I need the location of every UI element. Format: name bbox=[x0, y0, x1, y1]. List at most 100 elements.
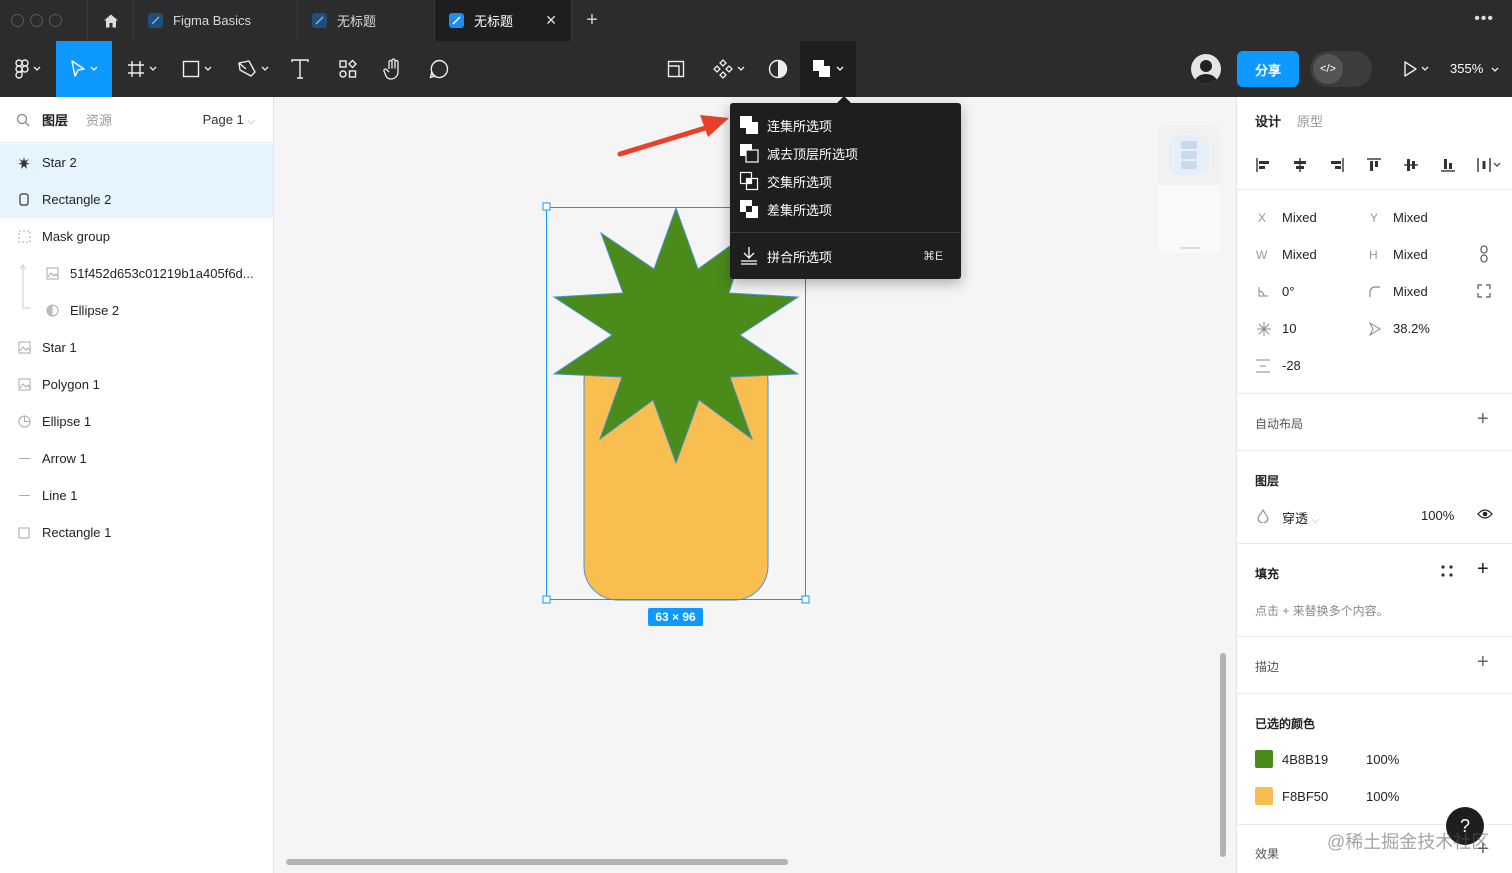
star-points-field[interactable]: 10 bbox=[1282, 321, 1296, 336]
spacing-field[interactable]: -28 bbox=[1282, 358, 1301, 373]
constrain-proportions-icon[interactable] bbox=[1479, 245, 1489, 266]
layer-name: Star 1 bbox=[42, 340, 77, 355]
ellipse-icon bbox=[16, 415, 32, 428]
align-vertical-center-icon[interactable] bbox=[1401, 155, 1421, 175]
text-tool-button[interactable] bbox=[284, 41, 316, 97]
layer-row[interactable]: Star 2 bbox=[0, 144, 273, 181]
eye-icon[interactable] bbox=[1477, 508, 1493, 523]
resize-handle[interactable] bbox=[542, 202, 551, 211]
close-tab-icon[interactable]: ✕ bbox=[545, 12, 557, 29]
minimap[interactable] bbox=[1158, 125, 1220, 253]
align-right-icon[interactable] bbox=[1327, 155, 1347, 175]
menu-item-intersect[interactable]: 交集所选项 bbox=[730, 167, 961, 195]
file-tab-active[interactable]: 无标题 ✕ bbox=[435, 0, 572, 41]
align-top-icon[interactable] bbox=[1364, 155, 1384, 175]
move-tool-button[interactable] bbox=[56, 41, 112, 97]
page-selector[interactable]: Page 1 ⌵ bbox=[203, 112, 255, 127]
layer-row[interactable]: 51f452d653c01219b1a405f6d... bbox=[0, 255, 273, 292]
intersect-icon bbox=[739, 171, 759, 191]
star-ratio-field[interactable]: 38.2% bbox=[1393, 321, 1430, 336]
maximize-window-button[interactable] bbox=[49, 14, 62, 27]
layer-row[interactable]: Star 1 bbox=[0, 329, 273, 366]
add-stroke-icon[interactable]: + bbox=[1477, 651, 1489, 674]
tab-assets[interactable]: 资源 bbox=[86, 110, 112, 129]
layer-opacity-field[interactable]: 100% bbox=[1421, 508, 1454, 523]
spacing-icon bbox=[1256, 359, 1270, 376]
boolean-operations-button[interactable] bbox=[800, 41, 856, 97]
tab-layers[interactable]: 图层 bbox=[42, 110, 68, 129]
dev-mode-toggle[interactable]: </> bbox=[1310, 51, 1372, 87]
height-field[interactable]: Mixed bbox=[1393, 247, 1428, 262]
menu-item-subtract[interactable]: 减去顶层所选项 bbox=[730, 139, 961, 167]
crop-tool-button[interactable] bbox=[660, 41, 692, 97]
add-auto-layout-icon[interactable]: + bbox=[1477, 408, 1489, 431]
align-left-icon[interactable] bbox=[1253, 155, 1273, 175]
x-field[interactable]: Mixed bbox=[1282, 210, 1317, 225]
play-icon bbox=[1404, 61, 1417, 77]
tab-design[interactable]: 设计 bbox=[1255, 111, 1281, 130]
home-tab[interactable] bbox=[88, 0, 134, 41]
layer-row[interactable]: Rectangle 1 bbox=[0, 514, 273, 551]
horizontal-scrollbar[interactable] bbox=[286, 859, 788, 865]
watermark: @稀土掘金技术社区 bbox=[1327, 832, 1490, 852]
vertical-scrollbar[interactable] bbox=[1220, 653, 1226, 857]
layer-row[interactable]: Polygon 1 bbox=[0, 366, 273, 403]
minimize-window-button[interactable] bbox=[30, 14, 43, 27]
file-tab-figma-basics[interactable]: Figma Basics bbox=[134, 0, 298, 41]
dimension-badge: 63 × 96 bbox=[648, 608, 703, 626]
file-tab-untitled[interactable]: 无标题 bbox=[298, 0, 435, 41]
width-field[interactable]: Mixed bbox=[1282, 247, 1317, 262]
color-opacity[interactable]: 100% bbox=[1366, 752, 1399, 767]
resize-handle[interactable] bbox=[542, 595, 551, 604]
color-hex[interactable]: 4B8B19 bbox=[1282, 752, 1328, 767]
main-menu-button[interactable] bbox=[0, 41, 56, 97]
chevron-down-icon bbox=[204, 66, 212, 71]
color-swatch[interactable] bbox=[1255, 750, 1273, 768]
more-options-icon[interactable]: ••• bbox=[1474, 10, 1494, 28]
frame-tool-button[interactable] bbox=[118, 41, 166, 97]
comment-tool-button[interactable] bbox=[422, 41, 456, 97]
menu-item-exclude[interactable]: 差集所选项 bbox=[730, 195, 961, 223]
styles-grid-icon[interactable] bbox=[1441, 565, 1453, 580]
resources-tool-button[interactable] bbox=[332, 41, 364, 97]
component-tool-button[interactable] bbox=[706, 41, 752, 97]
blend-mode-select[interactable]: 穿透 ⌵ bbox=[1282, 508, 1319, 527]
mask-tool-button[interactable] bbox=[762, 41, 794, 97]
close-window-button[interactable] bbox=[11, 14, 24, 27]
user-avatar[interactable] bbox=[1191, 54, 1221, 84]
distribute-icon[interactable] bbox=[1475, 155, 1503, 175]
pen-icon bbox=[238, 60, 256, 77]
tab-prototype[interactable]: 原型 bbox=[1297, 111, 1323, 130]
new-tab-button[interactable]: + bbox=[572, 0, 612, 41]
color-hex[interactable]: F8BF50 bbox=[1282, 789, 1328, 804]
minimap-frame-icon bbox=[1169, 135, 1209, 175]
tab-bar: Figma Basics 无标题 无标题 ✕ + ••• bbox=[0, 0, 1512, 41]
zoom-control[interactable]: 355% bbox=[1450, 61, 1499, 76]
menu-item-union[interactable]: 连集所选项 bbox=[730, 111, 961, 139]
resize-handle[interactable] bbox=[801, 595, 810, 604]
color-opacity[interactable]: 100% bbox=[1366, 789, 1399, 804]
rectangle-icon bbox=[182, 60, 200, 78]
shape-tool-button[interactable] bbox=[172, 41, 222, 97]
search-icon[interactable] bbox=[16, 113, 30, 127]
independent-corners-icon[interactable] bbox=[1477, 284, 1491, 301]
rotation-field[interactable]: 0° bbox=[1282, 284, 1294, 299]
rotation-icon bbox=[1257, 286, 1269, 301]
add-fill-icon[interactable]: + bbox=[1477, 558, 1489, 581]
share-button[interactable]: 分享 bbox=[1237, 51, 1299, 87]
align-bottom-icon[interactable] bbox=[1438, 155, 1458, 175]
menu-item-flatten[interactable]: 拼合所选项 ⌘E bbox=[730, 242, 961, 270]
corner-radius-field[interactable]: Mixed bbox=[1393, 284, 1428, 299]
layer-row[interactable]: Arrow 1 bbox=[0, 440, 273, 477]
pen-tool-button[interactable] bbox=[228, 41, 278, 97]
layer-row[interactable]: Mask group bbox=[0, 218, 273, 255]
present-button[interactable] bbox=[1396, 41, 1436, 97]
layer-row[interactable]: Rectangle 2 bbox=[0, 181, 273, 218]
layer-row[interactable]: Ellipse 1 bbox=[0, 403, 273, 440]
color-swatch[interactable] bbox=[1255, 787, 1273, 805]
hand-tool-button[interactable] bbox=[376, 41, 410, 97]
layer-row[interactable]: Ellipse 2 bbox=[0, 292, 273, 329]
y-field[interactable]: Mixed bbox=[1393, 210, 1428, 225]
layer-row[interactable]: Line 1 bbox=[0, 477, 273, 514]
align-horizontal-center-icon[interactable] bbox=[1290, 155, 1310, 175]
